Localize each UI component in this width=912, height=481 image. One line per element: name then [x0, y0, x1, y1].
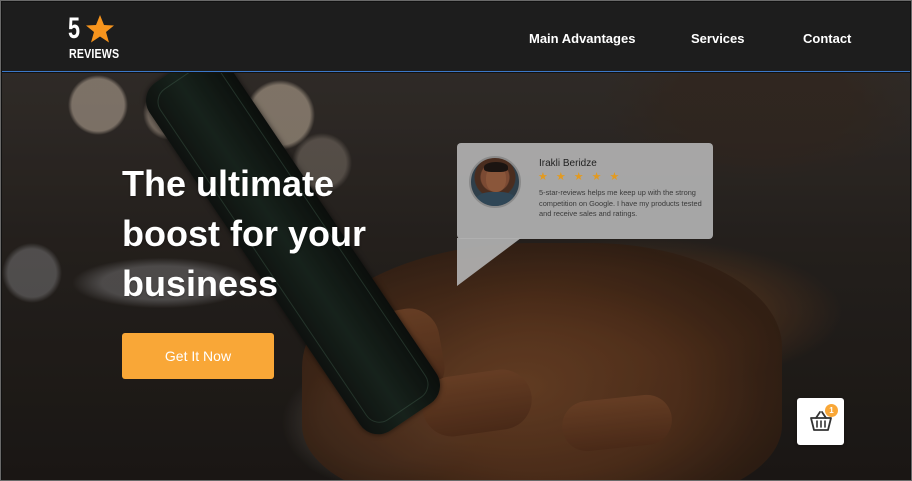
- reviewer-avatar: [469, 156, 521, 208]
- star-icon: ★: [573, 171, 584, 183]
- review-bubble-tail: [457, 238, 521, 286]
- star-icon: ★: [555, 171, 566, 183]
- main-nav: Main Advantages Services Contact: [2, 31, 910, 49]
- star-icon: ★: [538, 171, 548, 183]
- nav-contact[interactable]: Contact: [803, 31, 851, 46]
- hero-section: The ultimate boost for your business Get…: [2, 73, 910, 480]
- star-icon: ★: [609, 171, 620, 183]
- nav-services[interactable]: Services: [691, 31, 745, 46]
- reviewer-name: Irakli Beridze: [539, 158, 597, 169]
- get-it-now-button[interactable]: Get It Now: [122, 333, 274, 379]
- cart-button[interactable]: 1: [797, 398, 844, 445]
- review-text: 5-star-reviews helps me keep up with the…: [539, 188, 702, 218]
- review-bubble: Irakli Beridze ★ ★ ★ ★ ★ 5-star-reviews …: [457, 143, 713, 239]
- cart-count-badge: 1: [825, 404, 838, 417]
- navbar: 5 REVIEWS Main Advantages Services Conta…: [2, 2, 910, 72]
- nav-main-advantages[interactable]: Main Advantages: [529, 31, 635, 46]
- star-icon: ★: [591, 171, 602, 183]
- rating-stars: ★ ★ ★ ★ ★: [538, 171, 619, 183]
- hero-title: The ultimate boost for your business: [122, 163, 366, 304]
- page-frame: 5 REVIEWS Main Advantages Services Conta…: [0, 0, 912, 481]
